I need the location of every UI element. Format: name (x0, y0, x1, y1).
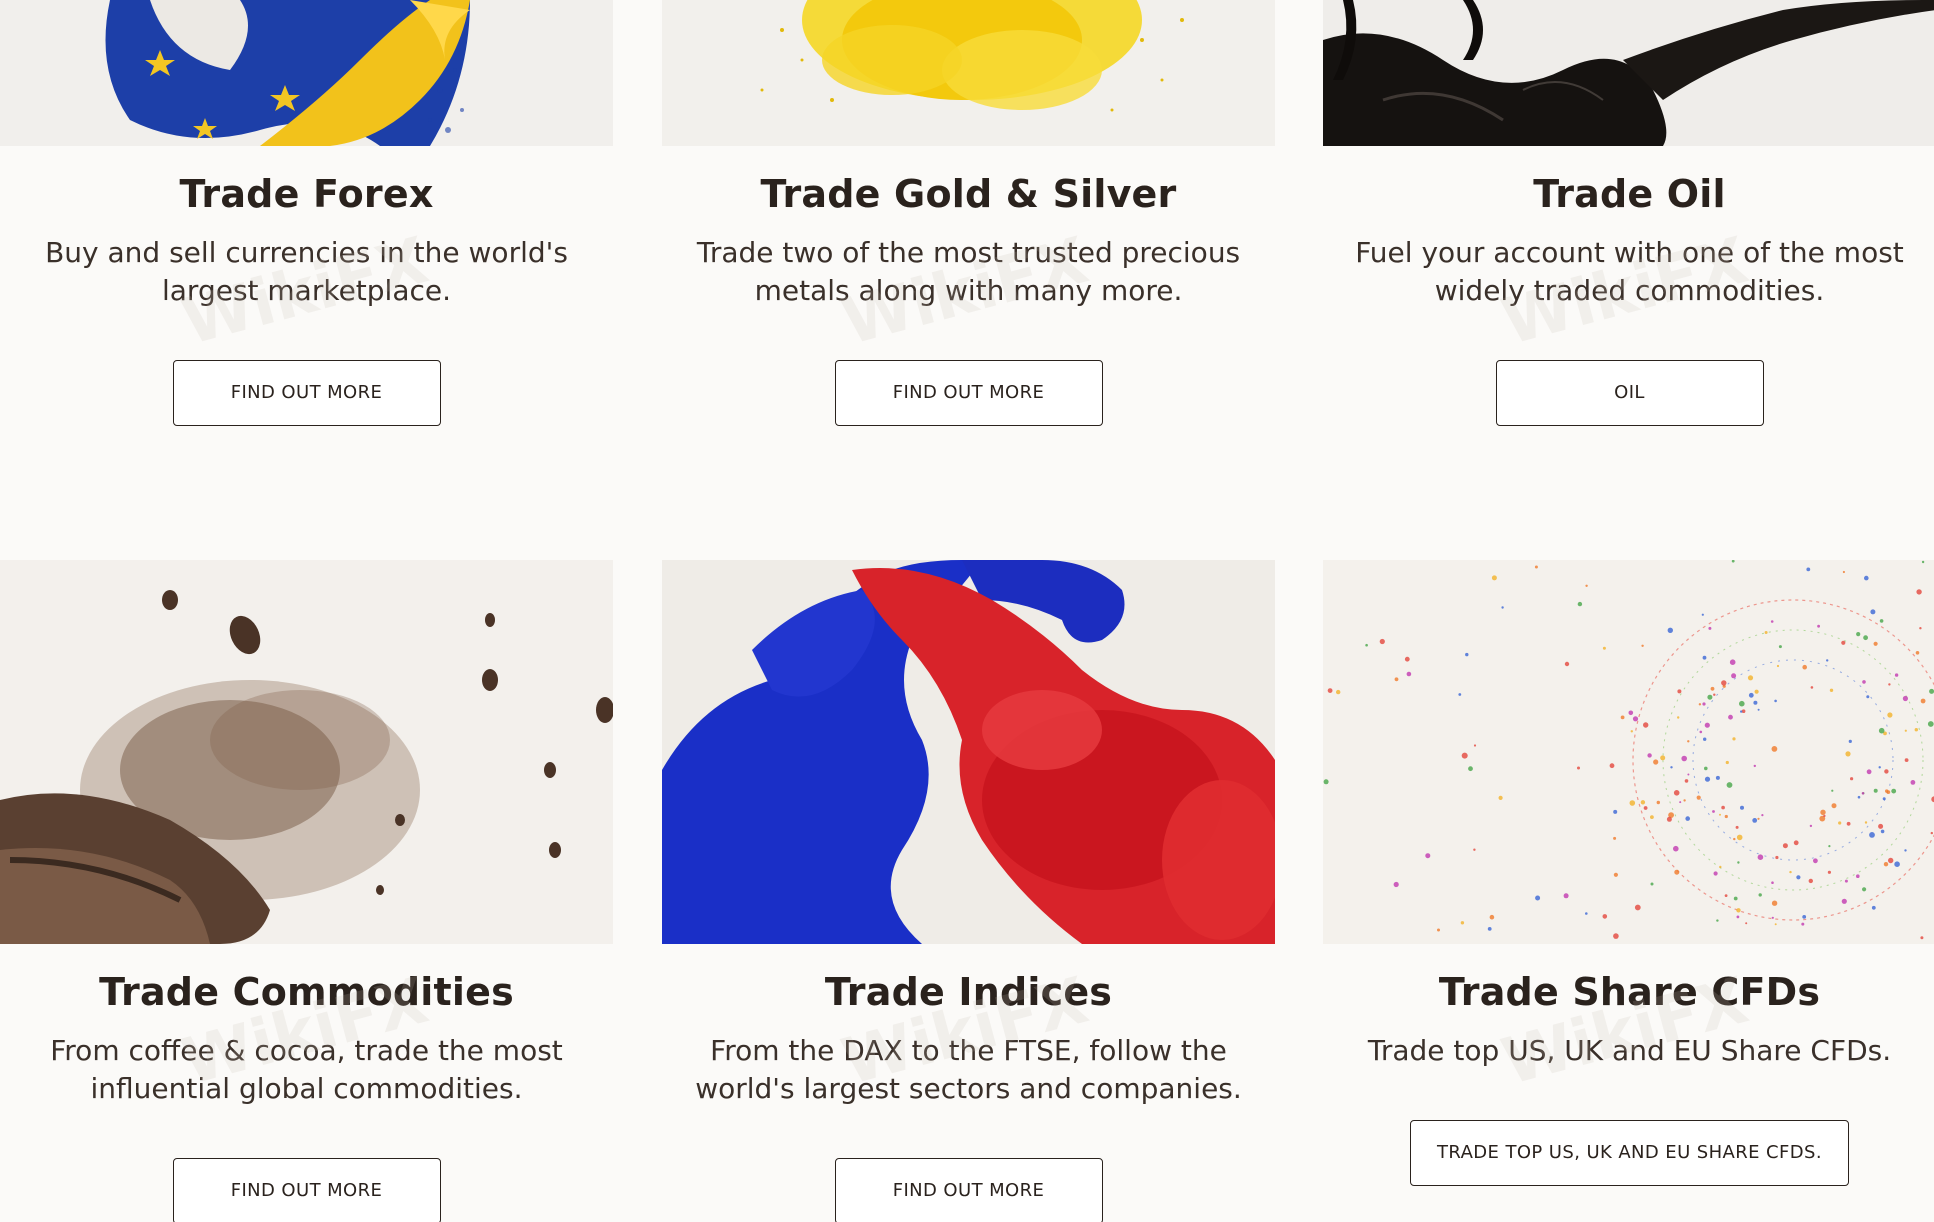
find-out-more-commodities-button[interactable]: FIND OUT MORE (172, 1158, 441, 1222)
card-description: Trade top US, UK and EU Share CFDs. (1367, 1034, 1892, 1067)
coffee-bean-burst-image (0, 560, 613, 944)
card-title: Trade Indices (824, 970, 1113, 1014)
card-title: Trade Gold & Silver (760, 172, 1177, 216)
product-card-grid: Trade Forex Buy and sell currencies in t… (0, 0, 1934, 1222)
eu-flag-splash-image (0, 0, 613, 146)
find-out-more-forex-button[interactable]: FIND OUT MORE (172, 360, 441, 426)
find-out-more-indices-button[interactable]: FIND OUT MORE (834, 1158, 1103, 1222)
card-description: Fuel your account with one of the most w… (1355, 236, 1904, 307)
trade-share-cfds-button[interactable]: TRADE TOP US, UK AND EU SHARE CFDS. (1410, 1120, 1849, 1186)
card-trade-commodities: Trade Commodities From coffee & cocoa, t… (0, 560, 613, 1222)
blue-red-ink-smoke-image (662, 560, 1275, 944)
card-trade-gold-silver: Trade Gold & Silver Trade two of the mos… (662, 0, 1275, 426)
card-title: Trade Oil (1533, 172, 1726, 216)
card-trade-share-cfds: Trade Share CFDs Trade top US, UK and EU… (1323, 560, 1934, 1186)
card-title: Trade Share CFDs (1438, 970, 1821, 1014)
network-sphere-dots-image (1323, 560, 1934, 944)
card-trade-forex: Trade Forex Buy and sell currencies in t… (0, 0, 613, 426)
find-out-more-gold-button[interactable]: FIND OUT MORE (834, 360, 1103, 426)
card-trade-indices: Trade Indices From the DAX to the FTSE, … (662, 560, 1275, 1222)
gold-powder-explosion-image (662, 0, 1275, 146)
card-trade-oil: Trade Oil Fuel your account with one of … (1323, 0, 1934, 426)
card-description: From coffee & cocoa, trade the most infl… (50, 1034, 563, 1105)
card-description: Trade two of the most trusted precious m… (696, 236, 1241, 307)
oil-button[interactable]: OIL (1495, 360, 1764, 426)
card-description: From the DAX to the FTSE, follow the wor… (695, 1034, 1242, 1105)
black-oil-splash-image (1323, 0, 1934, 146)
card-title: Trade Forex (179, 172, 434, 216)
card-title: Trade Commodities (99, 970, 514, 1014)
card-description: Buy and sell currencies in the world's l… (45, 236, 568, 307)
